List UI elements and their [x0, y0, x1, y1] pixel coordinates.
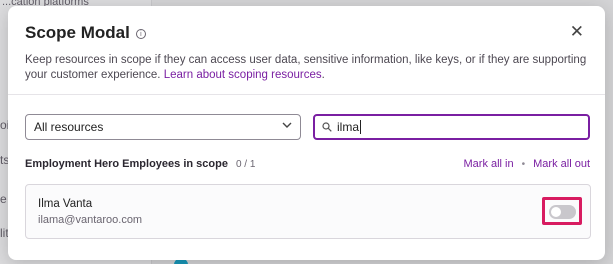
- list-header: Employment Hero Employees in scope 0 / 1…: [25, 158, 590, 170]
- scope-modal: Scope Modal i ✕ Keep resources in scope …: [8, 6, 605, 260]
- close-icon[interactable]: ✕: [570, 23, 584, 40]
- highlight-box: [542, 197, 582, 225]
- search-input[interactable]: ilma: [313, 114, 590, 140]
- resource-filter-select[interactable]: All resources: [25, 114, 301, 140]
- mark-all-out-link[interactable]: Mark all out: [533, 158, 590, 170]
- modal-description: Keep resources in scope if they can acce…: [25, 54, 587, 81]
- chevron-down-icon: [282, 120, 292, 133]
- select-value: All resources: [34, 120, 104, 134]
- person-name: Ilma Vanta: [38, 198, 93, 210]
- list-item: Ilma Vanta ilama@vantaroo.com: [25, 184, 591, 239]
- bulk-actions: Mark all in • Mark all out: [464, 158, 591, 170]
- learn-more-link[interactable]: Learn about scoping resources: [164, 69, 322, 81]
- scope-toggle[interactable]: [549, 205, 576, 219]
- divider: [8, 94, 605, 95]
- separator-dot: •: [521, 158, 526, 170]
- list-title: Employment Hero Employees in scope: [25, 158, 228, 170]
- mark-all-in-link[interactable]: Mark all in: [464, 158, 514, 170]
- in-scope-count: 0 / 1: [235, 158, 256, 170]
- info-icon[interactable]: i: [135, 29, 146, 39]
- search-icon: [322, 121, 332, 132]
- toggle-knob: [551, 207, 561, 217]
- person-email: ilama@vantaroo.com: [38, 214, 143, 226]
- text-cursor: [360, 120, 362, 134]
- title-row: Scope Modal i: [25, 23, 588, 43]
- modal-title: Scope Modal: [25, 23, 130, 42]
- modal-header: Scope Modal i ✕ Keep resources in scope …: [25, 23, 588, 83]
- search-value: ilma: [337, 120, 360, 134]
